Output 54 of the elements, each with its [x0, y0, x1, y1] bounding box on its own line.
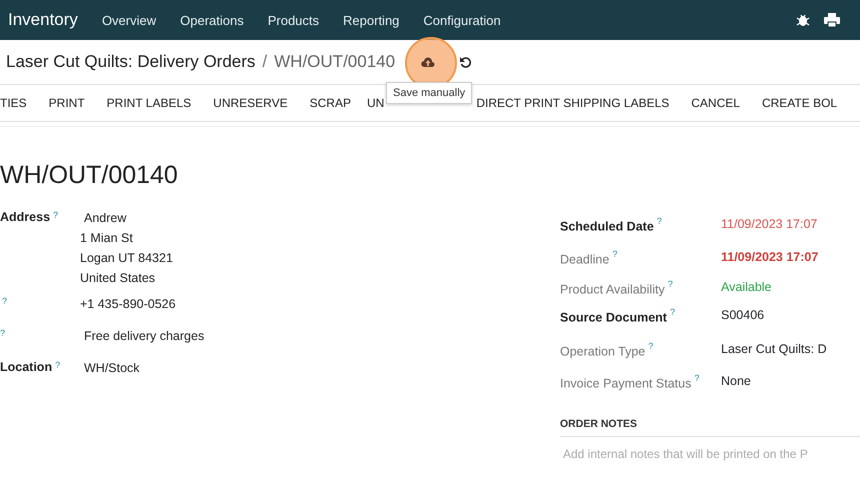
help-mark: ?: [668, 278, 673, 289]
save-button[interactable]: [421, 56, 436, 68]
action-button[interactable]: PRINT LABELS: [98, 96, 200, 110]
field-value: None: [721, 372, 751, 390]
help-mark: ?: [670, 306, 675, 317]
field-label: Operation Type: [560, 344, 646, 359]
action-button[interactable]: TIES: [0, 96, 36, 110]
action-button[interactable]: CREATE BOL: [752, 96, 846, 110]
breadcrumb-link[interactable]: Laser Cut Quilts: Delivery Orders: [6, 52, 256, 72]
record-name: WH/OUT/00140: [274, 52, 396, 72]
menu-item[interactable]: Products: [268, 12, 320, 28]
help-mark: ?: [694, 372, 700, 383]
action-button[interactable]: UNRESERVE: [204, 96, 297, 110]
help-mark: ?: [656, 216, 662, 226]
field-value: 1 Mian St: [80, 230, 134, 246]
discard-button[interactable]: [459, 56, 472, 68]
field-label: Location: [0, 360, 52, 374]
field-label: Invoice Payment Status: [560, 376, 692, 390]
field-value: Free delivery charges: [84, 328, 204, 344]
menu-item[interactable]: Configuration: [423, 12, 501, 28]
help-mark: ?: [612, 249, 618, 260]
action-button[interactable]: PRINT: [40, 96, 94, 110]
action-button[interactable]: CANCEL: [682, 96, 749, 110]
field-value: 11/09/2023 17:07: [721, 216, 818, 233]
menu-item[interactable]: Operations: [180, 12, 244, 28]
field-value: Logan UT 84321: [80, 250, 173, 266]
field-value: United States: [80, 270, 156, 286]
breadcrumb-separator: /: [262, 52, 268, 72]
print-icon[interactable]: [824, 13, 840, 27]
tooltip: Save manually: [386, 82, 472, 104]
field-value: Andrew: [84, 210, 128, 226]
app-name[interactable]: Inventory: [8, 10, 78, 30]
section-heading: ORDER NOTES: [560, 418, 860, 437]
field-value: Laser Cut Quilts: D: [721, 341, 827, 358]
field-label: Address: [0, 210, 50, 224]
record-title: WH/OUT/00140: [0, 161, 179, 190]
field-value: +1 435-890-0526: [80, 296, 176, 312]
menu-item[interactable]: Reporting: [343, 12, 400, 28]
menu-item[interactable]: Overview: [102, 12, 156, 28]
field-label: Deadline: [560, 252, 610, 267]
help-mark: ?: [2, 296, 8, 306]
help-mark: ?: [55, 360, 60, 370]
field-label: Scheduled Date: [560, 219, 654, 234]
bug-icon[interactable]: [796, 13, 810, 27]
help-mark: ?: [0, 328, 6, 338]
field-value: 11/09/2023 17:07: [721, 249, 818, 266]
field-value: Available: [721, 278, 772, 296]
field-value: WH/Stock: [84, 360, 140, 376]
help-mark: ?: [53, 210, 58, 220]
field-label: Source Document: [560, 310, 667, 324]
field-label: Product Availability: [560, 282, 665, 296]
action-button[interactable]: SCRAP: [300, 96, 360, 110]
help-mark: ?: [648, 341, 654, 352]
field-value: S00406: [721, 306, 764, 324]
